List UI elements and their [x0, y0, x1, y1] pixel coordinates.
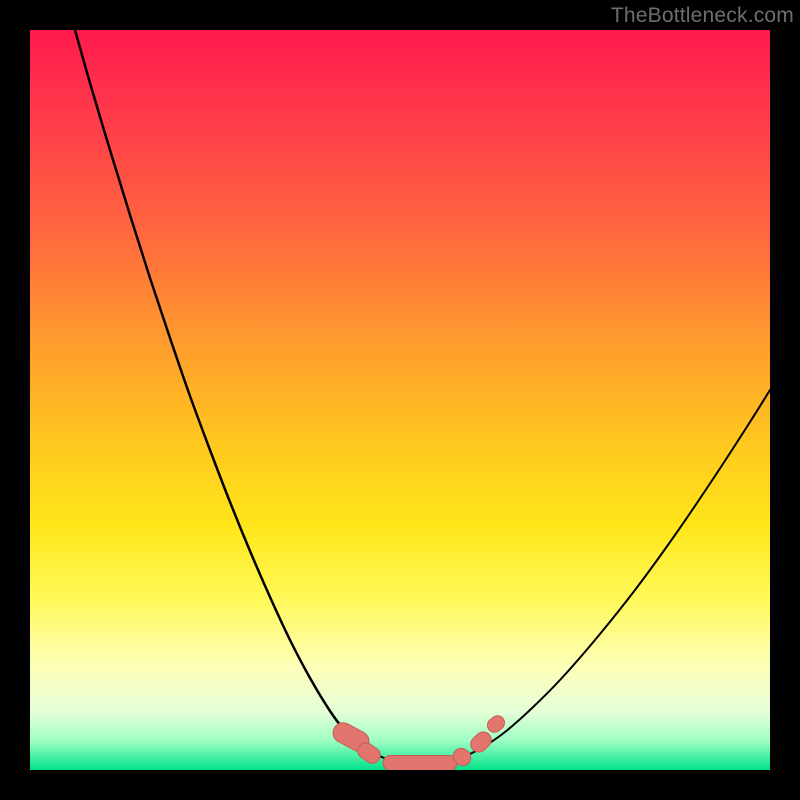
markers-group [330, 713, 508, 770]
series-left-curve [75, 30, 375, 754]
chart-svg [30, 30, 770, 770]
watermark-text: TheBottleneck.com [611, 4, 794, 28]
valley-marker-2 [383, 756, 457, 771]
outer-frame: TheBottleneck.com [0, 0, 800, 800]
series-right-curve [470, 390, 770, 754]
plot-area [30, 30, 770, 770]
valley-marker-4 [467, 729, 494, 756]
series-group [75, 30, 770, 763]
